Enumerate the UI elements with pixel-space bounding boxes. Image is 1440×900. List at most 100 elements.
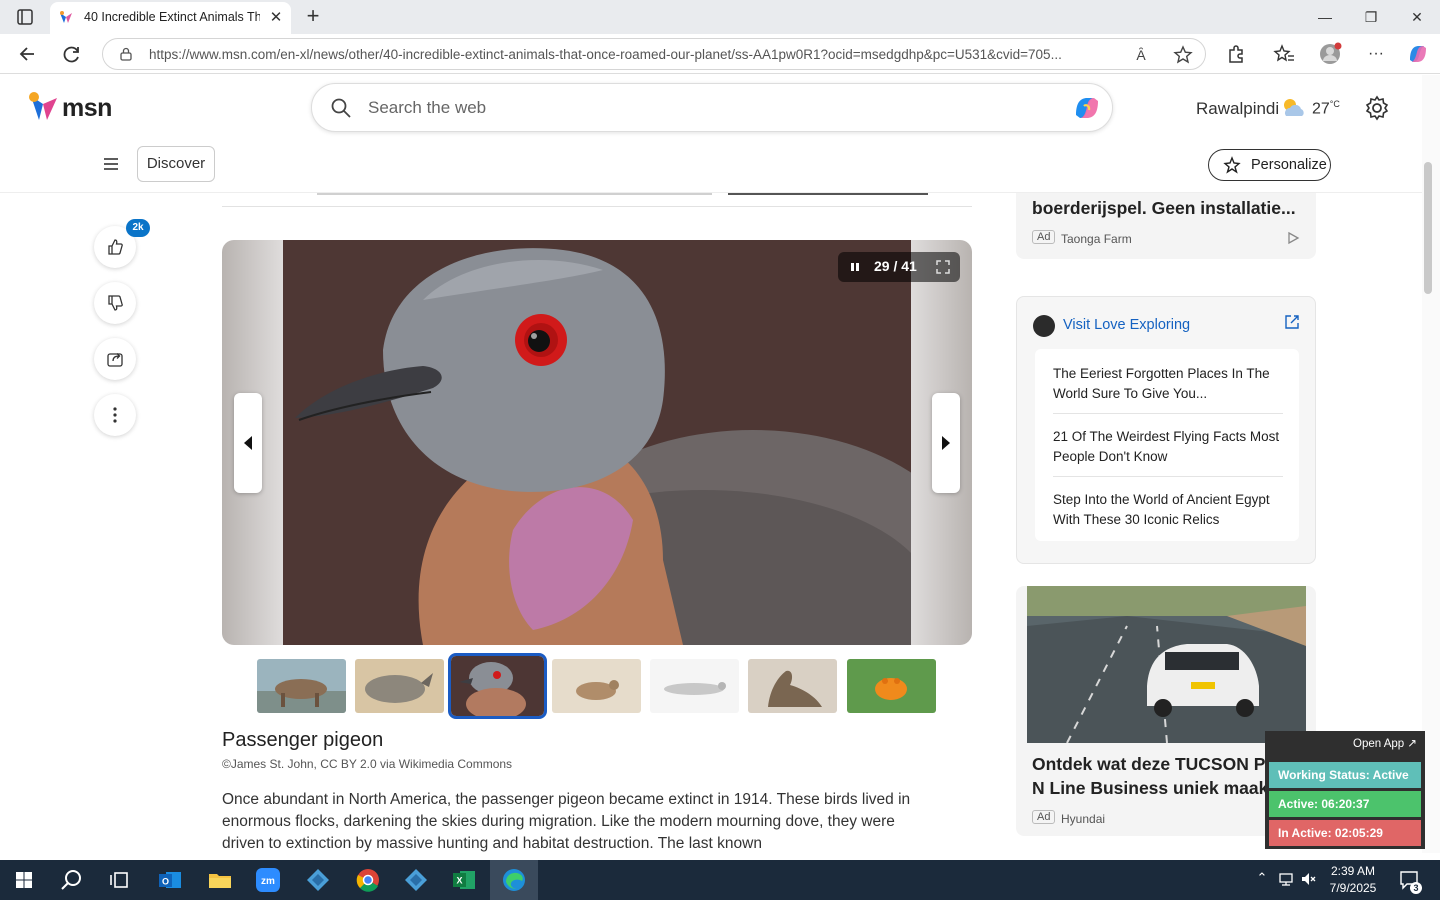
slide-counter: 29 / 41	[874, 258, 917, 274]
search-box[interactable]	[311, 83, 1113, 132]
restore-button[interactable]: ❐	[1348, 2, 1394, 32]
ad-label: Ad	[1032, 230, 1056, 244]
extensions-icon[interactable]	[1222, 41, 1250, 67]
partly-cloudy-icon	[1284, 99, 1304, 116]
windows-start-icon[interactable]	[10, 866, 38, 894]
show-hidden-icons-chevron-icon[interactable]: ⌃	[1253, 870, 1271, 888]
thumbnail-tapir[interactable]	[257, 659, 346, 713]
minimize-button[interactable]: —	[1302, 2, 1348, 32]
list-divider	[1053, 413, 1283, 414]
search-icon[interactable]	[58, 866, 86, 894]
list-item[interactable]: Step Into the World of Ancient Egypt Wit…	[1053, 490, 1283, 530]
ad-title[interactable]: boerderijspel. Geen installatie...	[1032, 198, 1296, 219]
time-tracker-widget: Open App ↗ Working Status: Active Active…	[1265, 731, 1425, 849]
close-window-button[interactable]: ✕	[1394, 2, 1440, 32]
back-icon[interactable]	[14, 40, 42, 68]
external-link-icon[interactable]	[1283, 313, 1301, 331]
visit-love-exploring-link[interactable]: Visit Love Exploring	[1063, 317, 1190, 333]
excel-icon[interactable]: X	[450, 866, 478, 894]
copilot-search-icon[interactable]	[1072, 94, 1102, 122]
profile-avatar[interactable]	[1316, 41, 1344, 67]
browser-tab-bar: 40 Incredible Extinct Animals That Once …	[0, 0, 1440, 34]
hamburger-menu-icon[interactable]	[100, 154, 122, 174]
vertical-dots-icon	[113, 407, 117, 423]
ad-card-taonga[interactable]: boerderijspel. Geen installatie... Ad Ta…	[1016, 193, 1316, 259]
weather-widget[interactable]: Rawalpindi 27°C	[1196, 96, 1356, 122]
outlook-icon[interactable]: O	[156, 866, 184, 894]
dislike-button[interactable]	[94, 282, 136, 324]
personalize-button[interactable]: Personalize	[1208, 149, 1331, 181]
favorite-star-icon[interactable]	[1171, 43, 1195, 67]
new-tab-button[interactable]: +	[300, 4, 326, 30]
thumbnail-sea-lion[interactable]	[748, 659, 837, 713]
more-options-button[interactable]	[94, 394, 136, 436]
chevron-left-icon	[244, 436, 252, 450]
slideshow-image[interactable]	[222, 240, 972, 645]
svg-text:X: X	[456, 876, 462, 886]
previous-content-strip	[222, 193, 972, 207]
discover-button[interactable]: Discover	[137, 146, 215, 182]
pause-icon[interactable]	[846, 258, 864, 276]
personalize-label: Personalize	[1251, 157, 1327, 173]
svg-text:O: O	[162, 877, 169, 887]
tab-close-button[interactable]: ✕	[266, 8, 286, 28]
favorites-icon[interactable]	[1270, 41, 1298, 67]
weather-temperature: 27°C	[1312, 99, 1340, 118]
address-bar[interactable]: https://www.msn.com/en-xl/news/other/40-…	[102, 38, 1206, 70]
address-toolbar: https://www.msn.com/en-xl/news/other/40-…	[0, 34, 1440, 74]
thumbnail-rat-kangaroo[interactable]	[552, 659, 641, 713]
browser-tab-active[interactable]: 40 Incredible Extinct Animals That Once …	[50, 2, 291, 34]
list-divider	[1053, 476, 1283, 477]
inactive-time-badge: In Active: 02:05:29	[1269, 820, 1421, 846]
chrome-icon[interactable]	[354, 866, 382, 894]
love-exploring-list: The Eeriest Forgotten Places In The Worl…	[1035, 349, 1299, 541]
file-explorer-icon[interactable]	[206, 866, 234, 894]
zoom-icon[interactable]: zm	[254, 866, 282, 894]
settings-more-button[interactable]: ···	[1362, 41, 1390, 67]
refresh-icon[interactable]	[58, 40, 86, 68]
search-icon[interactable]	[330, 97, 352, 119]
thumbnail-passenger-pigeon-active[interactable]	[448, 653, 547, 719]
svg-text:zm: zm	[261, 876, 275, 887]
working-status-badge: Working Status: Active	[1269, 762, 1421, 788]
share-button[interactable]	[94, 338, 136, 380]
notification-count-badge: 3	[1410, 882, 1422, 894]
previous-slide-button[interactable]	[234, 393, 262, 493]
copilot-icon[interactable]	[1404, 41, 1432, 67]
system-clock[interactable]: 2:39 AM 7/9/2025	[1318, 863, 1388, 897]
thumbnail-rhino[interactable]	[355, 659, 444, 713]
clock-time: 2:39 AM	[1330, 864, 1376, 878]
passenger-pigeon-photo	[283, 240, 911, 645]
volume-muted-icon[interactable]	[1300, 870, 1318, 888]
settings-gear-icon[interactable]	[1364, 95, 1390, 121]
msn-logo[interactable]: msn	[28, 92, 118, 124]
adchoices-icon[interactable]	[1286, 231, 1300, 245]
app-diamond-icon[interactable]	[402, 866, 430, 894]
thumbnail-golden-toad[interactable]	[847, 659, 936, 713]
scrollbar-thumb[interactable]	[1424, 162, 1432, 294]
network-icon[interactable]	[1278, 870, 1296, 888]
read-aloud-icon[interactable]: Ȃ	[1129, 43, 1153, 67]
slide-title: Passenger pigeon	[222, 729, 384, 751]
list-item[interactable]: 21 Of The Weirdest Flying Facts Most Peo…	[1053, 427, 1283, 467]
clock-date: 7/9/2025	[1329, 881, 1377, 895]
lock-icon[interactable]	[119, 47, 133, 61]
edge-icon[interactable]	[500, 866, 528, 894]
thumbs-up-icon	[108, 239, 123, 255]
share-icon	[107, 353, 123, 367]
love-exploring-logo	[1033, 315, 1055, 337]
fullscreen-icon[interactable]	[932, 256, 954, 278]
search-input[interactable]	[368, 97, 968, 119]
active-time-badge: Active: 06:20:37	[1269, 791, 1421, 817]
app-diamond-icon[interactable]	[304, 866, 332, 894]
thumbnail-seal-sketch[interactable]	[650, 659, 739, 713]
next-slide-button[interactable]	[932, 393, 960, 493]
open-app-button[interactable]: Open App ↗	[1353, 736, 1417, 750]
url-text[interactable]: https://www.msn.com/en-xl/news/other/40-…	[149, 47, 1129, 62]
task-view-icon[interactable]	[106, 866, 134, 894]
tab-actions-icon[interactable]	[10, 6, 38, 28]
list-item[interactable]: The Eeriest Forgotten Places In The Worl…	[1053, 364, 1283, 404]
slideshow-controls: 29 / 41	[838, 252, 960, 282]
ad-source: Hyundai	[1061, 812, 1106, 826]
tab-title: 40 Incredible Extinct Animals That Once …	[84, 10, 260, 24]
